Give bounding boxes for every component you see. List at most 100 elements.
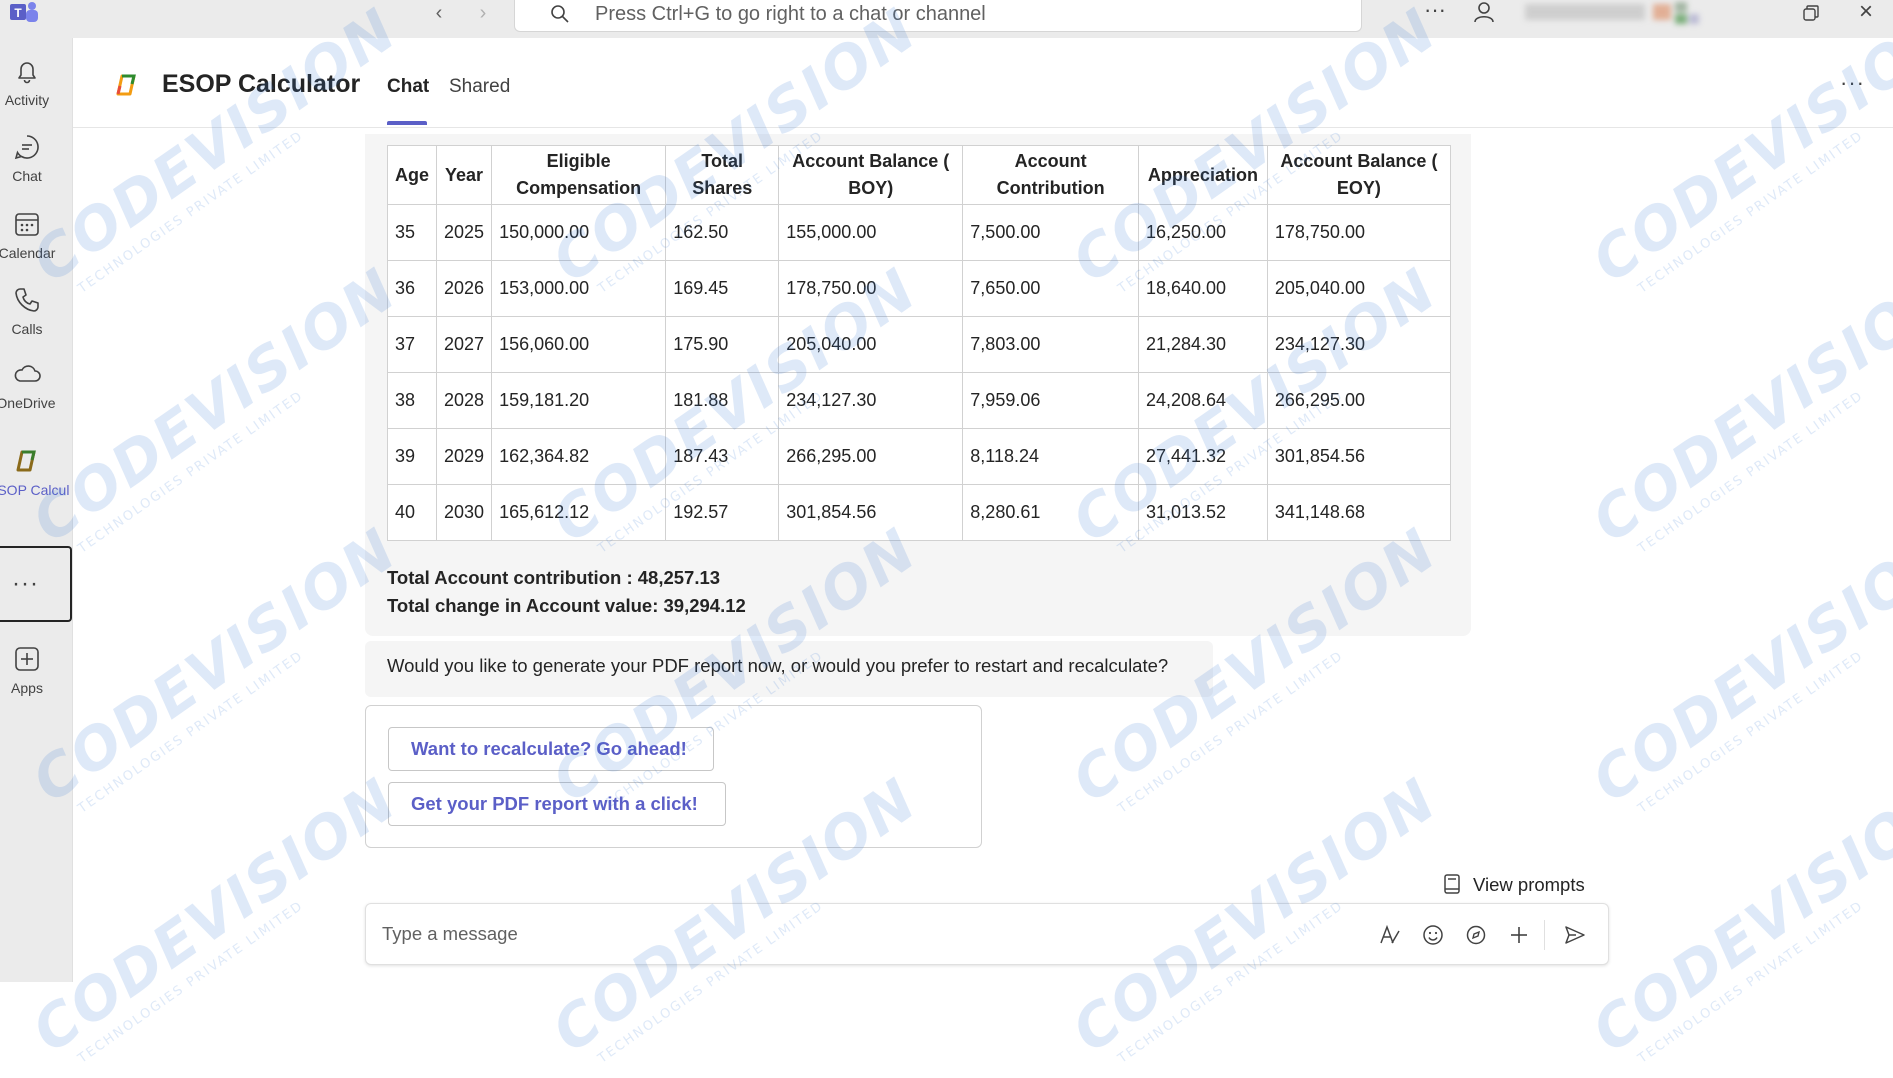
emoji-icon[interactable]: [1421, 923, 1445, 947]
table-cell: 159,181.20: [491, 372, 667, 429]
cloud-icon: [14, 365, 41, 382]
rail-label: ESOP Calcul...: [0, 482, 70, 498]
rail-item-activity[interactable]: Activity: [0, 50, 72, 122]
table-row: 37 2027 156,060.00 175.90 205,040.00 7,803.00…: [386, 316, 1452, 373]
table-cell: 266,295.00: [1266, 372, 1452, 429]
rail-item-chat[interactable]: Chat: [0, 126, 72, 198]
table-cell: 8,118.24: [962, 428, 1139, 485]
table-cell: 7,650.00: [962, 260, 1139, 317]
table-cell: 2030: [436, 484, 493, 541]
pdf-report-button[interactable]: Get your PDF report with a click!: [388, 782, 726, 826]
format-text-icon[interactable]: [1378, 923, 1402, 947]
table-cell: 2027: [436, 316, 493, 373]
table-cell: 153,000.00: [491, 260, 667, 317]
rail-label: Calendar: [0, 245, 56, 261]
table-cell: 301,854.56: [778, 484, 964, 541]
table-cell: 192.57: [665, 484, 780, 541]
table-cell: 205,040.00: [778, 316, 964, 373]
title-bar: T ‹ › Press Ctrl+G to go right to a chat…: [0, 0, 1893, 38]
view-prompts-label: View prompts: [1473, 874, 1585, 895]
table-row: 40 2030 165,612.12 192.57 301,854.56 8,280.61…: [386, 484, 1452, 541]
table-cell: 169.45: [665, 260, 780, 317]
chat-icon: [14, 135, 39, 160]
table-cell: 187.43: [665, 428, 780, 485]
table-cell: 156,060.00: [491, 316, 667, 373]
more-options-icon[interactable]: ···: [1840, 70, 1865, 96]
table-cell: 18,640.00: [1137, 260, 1268, 317]
rail-label: Chat: [12, 168, 42, 184]
tab-chat[interactable]: Chat: [387, 76, 429, 98]
table-cell: 2028: [436, 372, 493, 429]
recalculate-button[interactable]: Want to recalculate? Go ahead!: [388, 727, 714, 771]
table-row: 39 2029 162,364.82 187.43 266,295.00 8,118.24…: [386, 428, 1452, 485]
esop-table: Age Year Eligible Compensation Total Sha…: [386, 145, 1452, 541]
loop-component-icon[interactable]: [1464, 923, 1488, 947]
more-apps-button[interactable]: ···: [0, 546, 72, 622]
table-cell: 175.90: [665, 316, 780, 373]
table-cell: 301,854.56: [1266, 428, 1452, 485]
table-cell: 7,959.06: [962, 372, 1139, 429]
rail-item-esop-calculator[interactable]: ESOP Calcul...: [0, 440, 72, 512]
table-cell: 8,280.61: [962, 484, 1139, 541]
question-text: Would you like to generate your PDF repo…: [387, 655, 1169, 676]
table-cell: 31,013.52: [1137, 484, 1268, 541]
table-cell: 266,295.00: [778, 428, 964, 485]
table-cell: 2026: [436, 260, 493, 317]
more-icon: ···: [12, 570, 39, 597]
table-cell: 341,148.68: [1266, 484, 1452, 541]
calendar-icon: [15, 213, 39, 236]
totals-summary: Total Account contribution : 48,257.13 T…: [387, 564, 746, 620]
phone-icon: [15, 288, 39, 312]
table-header-row: Age Year Eligible Compensation Total Sha…: [386, 145, 1452, 205]
message-input[interactable]: [382, 919, 1282, 949]
table-cell: 205,040.00: [1266, 260, 1452, 317]
column-header: Appreciation: [1137, 145, 1268, 205]
total-change: Total change in Account value: 39,294.12: [387, 595, 746, 616]
table-cell: 181.88: [665, 372, 780, 429]
more-options-icon[interactable]: ···: [1420, 0, 1450, 26]
add-icon[interactable]: [1507, 923, 1531, 947]
column-header: Year: [436, 145, 493, 205]
total-contribution: Total Account contribution : 48,257.13: [387, 567, 721, 588]
bell-icon: [18, 62, 36, 84]
back-arrow-icon[interactable]: ‹: [428, 2, 450, 24]
restore-window-icon[interactable]: [1800, 2, 1822, 24]
app-title: ESOP Calculator: [162, 70, 361, 98]
column-header: Account Balance ( EOY): [1266, 145, 1452, 205]
table-cell: 24,208.64: [1137, 372, 1268, 429]
esop-logo-icon: [116, 74, 136, 96]
rail-item-calendar[interactable]: Calendar: [0, 203, 72, 275]
profile-settings-icon[interactable]: [1470, 0, 1498, 26]
forward-arrow-icon[interactable]: ›: [472, 2, 494, 24]
rail-label: Calls: [11, 321, 43, 337]
rail-item-apps[interactable]: Apps: [0, 638, 72, 710]
left-rail: Activity Chat Calendar Calls OneDrive SO…: [0, 38, 73, 982]
add-app-icon: [15, 647, 39, 671]
table-cell: 234,127.30: [778, 372, 964, 429]
rail-item-calls[interactable]: Calls: [0, 279, 72, 351]
close-window-icon[interactable]: ×: [1853, 0, 1879, 26]
table-cell: 40: [386, 484, 438, 541]
table-cell: 234,127.30: [1266, 316, 1452, 373]
column-header: Total Shares: [665, 145, 780, 205]
tab-shared[interactable]: Shared: [449, 76, 510, 98]
chat-area: Age Year Eligible Compensation Total Sha…: [73, 129, 1893, 982]
table-cell: 155,000.00: [778, 204, 964, 261]
table-cell: 7,500.00: [962, 204, 1139, 261]
svg-text:T: T: [14, 6, 22, 20]
table-cell: 21,284.30: [1137, 316, 1268, 373]
rail-label: Activity: [4, 92, 50, 108]
table-cell: 162.50: [665, 204, 780, 261]
rail-label: OneDrive: [0, 395, 56, 411]
table-row: 38 2028 159,181.20 181.88 234,127.30 7,959.06…: [386, 372, 1452, 429]
rail-item-onedrive[interactable]: OneDrive: [0, 353, 72, 425]
table-cell: 162,364.82: [491, 428, 667, 485]
action-card: Want to recalculate? Go ahead! Get your …: [365, 705, 982, 848]
send-icon[interactable]: [1563, 923, 1587, 947]
search-placeholder: Press Ctrl+G to go right to a chat or ch…: [595, 3, 986, 25]
search-input[interactable]: Press Ctrl+G to go right to a chat or ch…: [514, 0, 1362, 32]
teams-logo-icon[interactable]: T: [8, 0, 42, 26]
active-tab-indicator: [387, 121, 427, 125]
table-cell: 178,750.00: [778, 260, 964, 317]
blurred-account-info: [1525, 0, 1715, 28]
